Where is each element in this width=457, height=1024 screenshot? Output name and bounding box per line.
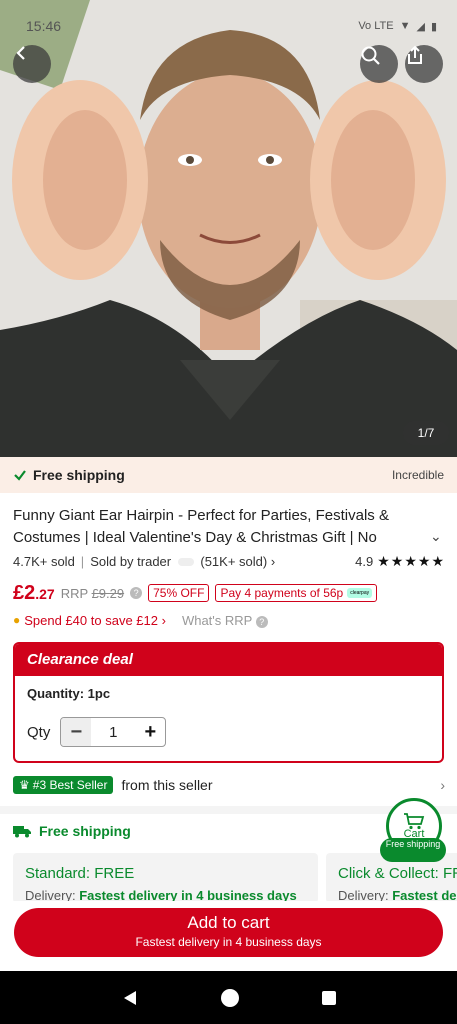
cart-button[interactable]: Cart Free shipping bbox=[380, 798, 446, 864]
click-collect-title: Click & Collect: FREE bbox=[338, 865, 457, 882]
search-icon bbox=[361, 46, 380, 65]
share-button[interactable] bbox=[405, 45, 443, 83]
qty-label: Qty bbox=[27, 723, 51, 741]
nav-home-icon[interactable] bbox=[220, 988, 240, 1008]
decrease-button[interactable]: − bbox=[61, 718, 92, 746]
seller-sold-count: (51K+ sold) bbox=[200, 553, 268, 569]
share-icon bbox=[408, 45, 422, 64]
free-shipping-label: Free shipping bbox=[33, 467, 125, 483]
back-button[interactable] bbox=[13, 45, 51, 83]
installments-badge[interactable]: Pay 4 payments of 56p clearpay bbox=[215, 584, 378, 602]
price-row: £2.27 RRP £9.29 ? 75% OFF Pay 4 payments… bbox=[13, 581, 453, 605]
nav-recents-icon[interactable] bbox=[321, 990, 337, 1006]
chevron-right-icon: › bbox=[270, 553, 276, 569]
spend-save-link[interactable]: Spend £40 to save £12 › bbox=[24, 613, 166, 628]
rrp-price: RRP £9.29 bbox=[60, 585, 125, 601]
chevron-right-icon: › bbox=[440, 777, 445, 793]
status-time: 15:46 bbox=[26, 18, 62, 34]
deal-title: Clearance deal bbox=[15, 644, 442, 676]
rating[interactable]: 4.9 ★★★★★ bbox=[355, 553, 445, 570]
status-icons: Vo LTE ▼ ◢ ▮ bbox=[358, 20, 437, 33]
coin-icon: ● bbox=[13, 613, 21, 627]
image-counter: 1/7 bbox=[403, 421, 449, 445]
product-meta: 4.7K+ sold | Sold by trader (51K+ sold) … bbox=[13, 552, 445, 570]
best-seller-badge: ♛ #3 Best Seller bbox=[13, 776, 114, 794]
quantity-stepper: − 1 + bbox=[60, 717, 167, 747]
product-title: Funny Giant Ear Hairpin - Perfect for Pa… bbox=[13, 507, 389, 546]
star-icons: ★★★★★ bbox=[377, 552, 445, 569]
seller-logo-icon bbox=[177, 557, 194, 566]
network-label: Vo LTE bbox=[358, 20, 394, 32]
shipping-section-title: Free shipping bbox=[13, 823, 131, 839]
increase-button[interactable]: + bbox=[135, 718, 165, 746]
trophy-icon: ♛ bbox=[19, 778, 30, 792]
truck-icon bbox=[13, 826, 31, 838]
quantity-label: Quantity: 1pc bbox=[27, 686, 111, 701]
product-image[interactable]: 15:46 Vo LTE ▼ ◢ ▮ 1/7 bbox=[0, 0, 457, 457]
chevron-down-icon[interactable]: ⌄ bbox=[430, 528, 442, 545]
cart-free-shipping: Free shipping bbox=[380, 838, 446, 862]
clearance-deal-box: Clearance deal Quantity: 1pc Qty − 1 + bbox=[13, 642, 444, 763]
check-icon bbox=[14, 470, 26, 481]
add-to-cart-subtext: Fastest delivery in 4 business days bbox=[135, 935, 322, 949]
info-icon[interactable]: ? bbox=[130, 587, 143, 599]
whats-rrp-link[interactable]: What's RRP ? bbox=[182, 613, 268, 628]
nav-back-icon[interactable] bbox=[121, 989, 139, 1007]
standard-shipping-card[interactable]: Standard: FREE Delivery: Fastest deliver… bbox=[13, 853, 318, 903]
free-shipping-bar: Free shipping Incredible bbox=[0, 457, 457, 493]
sold-by-label: Sold by trader bbox=[90, 553, 172, 569]
status-bar: 15:46 Vo LTE ▼ ◢ ▮ bbox=[26, 16, 437, 36]
best-seller-text: from this seller bbox=[121, 777, 213, 793]
info-icon: ? bbox=[255, 615, 268, 628]
price: £2.27 bbox=[13, 581, 55, 604]
signal-icon: ◢ bbox=[416, 20, 425, 33]
add-to-cart-label: Add to cart bbox=[187, 913, 270, 932]
incredible-tag: Incredible bbox=[391, 468, 444, 482]
wifi-icon: ▼ bbox=[399, 20, 411, 32]
chevron-left-icon bbox=[16, 46, 25, 60]
rating-value: 4.9 bbox=[355, 553, 374, 569]
standard-shipping-title: Standard: FREE bbox=[25, 865, 135, 882]
system-nav-bar bbox=[0, 971, 457, 1024]
add-to-cart-button[interactable]: Add to cart Fastest delivery in 4 busine… bbox=[14, 908, 443, 957]
search-button[interactable] bbox=[360, 45, 398, 83]
battery-icon: ▮ bbox=[430, 20, 437, 33]
quantity-value[interactable]: 1 bbox=[91, 724, 135, 741]
seller-link[interactable]: Sold by trader (51K+ sold) › bbox=[90, 554, 275, 569]
best-seller-row[interactable]: ♛ #3 Best Seller from this seller › bbox=[13, 774, 445, 796]
promo-row: ● Spend £40 to save £12 › What's RRP ? bbox=[13, 610, 268, 630]
discount-badge: 75% OFF bbox=[148, 584, 210, 602]
sold-count: 4.7K+ sold bbox=[13, 553, 75, 569]
clearpay-logo: clearpay bbox=[347, 588, 373, 598]
